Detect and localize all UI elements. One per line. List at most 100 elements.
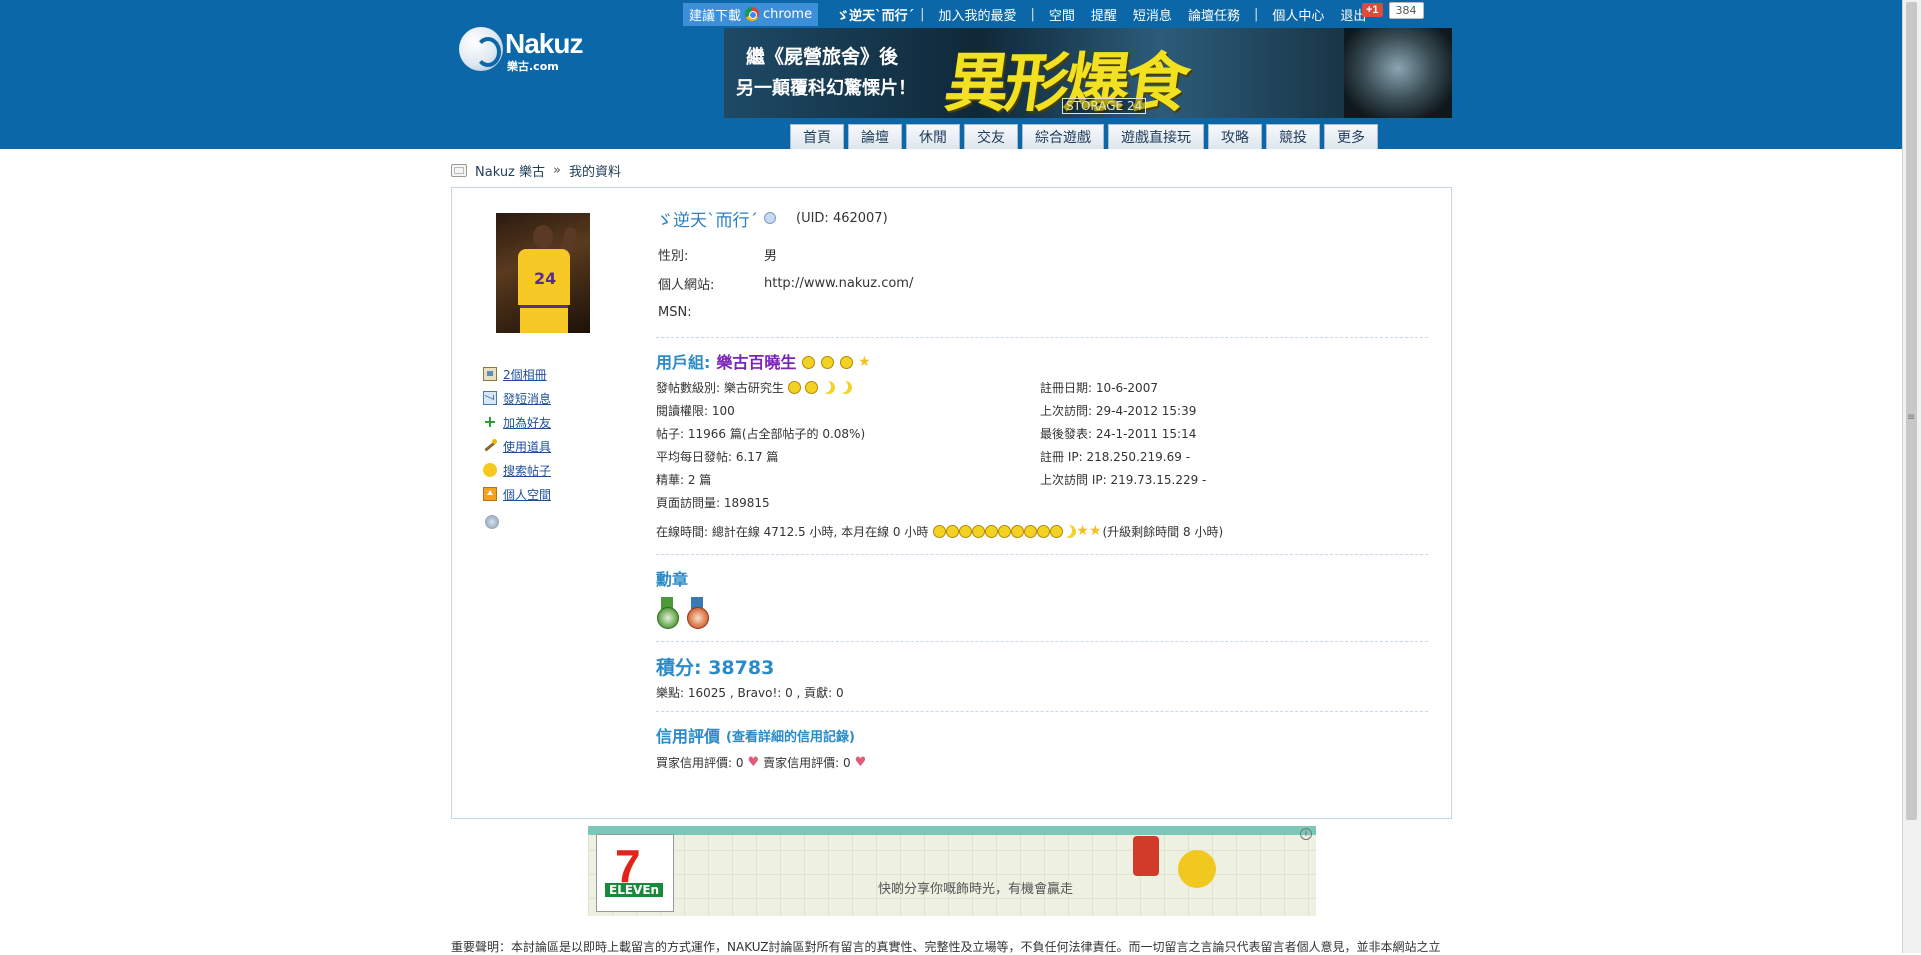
ad-slogan: 快啲分享你嘅飾時光，有機會贏走: [878, 882, 1074, 897]
credit-details-link[interactable]: (查看詳細的信用記錄): [726, 726, 855, 745]
action-extra[interactable]: [483, 506, 551, 530]
orange-medal-icon[interactable]: [686, 597, 709, 631]
usergroup-label: 用戶組:: [656, 353, 711, 372]
ad-top-band: [588, 826, 1316, 835]
link-space[interactable]: 空間: [1049, 5, 1075, 24]
breadcrumb-home-icon[interactable]: [451, 164, 467, 177]
action-search-posts[interactable]: 搜索帖子: [483, 458, 551, 482]
sun-rank-icon: [821, 355, 834, 369]
green-medal-icon[interactable]: [656, 597, 679, 631]
breadcrumb-home[interactable]: Nakuz 樂古: [475, 161, 545, 180]
nav-social[interactable]: 交友: [964, 124, 1018, 149]
user-stats: 發帖數級別: 樂古研究生 閱讀權限: 100 帖子: 11966 篇(占全部帖子…: [656, 376, 1428, 514]
stat-last-visit-ip: 上次訪問 IP: 219.73.15.229 -: [1040, 473, 1207, 487]
separator: |: [1253, 6, 1259, 22]
bulb-icon[interactable]: [485, 515, 499, 529]
nav-play-games[interactable]: 遊戲直接玩: [1108, 124, 1204, 149]
breadcrumb: Nakuz 樂古 » 我的資料: [451, 161, 621, 180]
link-user-center[interactable]: 個人中心: [1272, 5, 1324, 24]
link-add-favorite[interactable]: 加入我的最愛: [938, 5, 1016, 24]
online-upgrade-text: (升級剩餘時間 8 小時): [1102, 524, 1224, 539]
nav-home[interactable]: 首頁: [790, 124, 844, 149]
divider: [656, 641, 1428, 642]
action-use-item[interactable]: 使用道具: [483, 434, 551, 458]
online-status-icon: [764, 212, 776, 224]
ball-ornament-image: [1178, 850, 1216, 888]
chrome-download-link[interactable]: 建議下載 chrome: [683, 2, 819, 26]
action-personal-space[interactable]: 個人空間: [483, 482, 551, 506]
avatar-shorts: [520, 305, 568, 333]
home-icon: [483, 487, 497, 501]
nav-forum[interactable]: 論壇: [848, 124, 902, 149]
action-search-posts-label[interactable]: 搜索帖子: [503, 462, 551, 479]
album-icon: [483, 367, 497, 381]
action-albums[interactable]: 2個相冊: [483, 362, 551, 386]
medal-list: [656, 597, 1428, 631]
stat-register-ip: 註冊 IP: 218.250.219.69 -: [1040, 450, 1191, 464]
action-personal-space-label[interactable]: 個人空間: [503, 486, 551, 503]
profile-header: ゞ逆天ˋ而行ˊ (UID: 462007): [656, 206, 1428, 231]
link-messages[interactable]: 短消息: [1133, 5, 1172, 24]
breadcrumb-current[interactable]: 我的資料: [569, 161, 621, 180]
nav-auction[interactable]: 競投: [1266, 124, 1320, 149]
table-row: 性別: 男: [656, 240, 915, 269]
main-nav: 首頁 論壇 休閒 交友 綜合遊戲 遊戲直接玩 攻略 競投 更多: [790, 124, 1378, 149]
gplus-widget[interactable]: +1 384: [1362, 1, 1424, 19]
sun-rank-icon: [959, 525, 973, 538]
sun-rank-icon: [804, 381, 818, 394]
moon-rank-icon: [822, 381, 835, 394]
profile-panel: 24 2個相冊 發短消息 + 加為好友 使用道具 搜索帖子 個人空間 ゞ逆天ˋ而…: [451, 187, 1452, 819]
action-send-message[interactable]: 發短消息: [483, 386, 551, 410]
stat-daily-posts: 平均每日發帖: 6.17 篇: [656, 450, 779, 464]
nav-more[interactable]: 更多: [1324, 124, 1378, 149]
website-value[interactable]: http://www.nakuz.com/: [762, 269, 915, 298]
divider: [656, 554, 1428, 555]
buyer-rating: 買家信用評價: 0: [656, 756, 744, 770]
star-rank-icon: ★: [858, 353, 871, 370]
nav-games[interactable]: 綜合遊戲: [1022, 124, 1104, 149]
stat-posts: 帖子: 11966 篇(占全部帖子的 0.08%): [656, 427, 866, 441]
banner-line2: 另一顛覆科幻驚慄片！: [736, 78, 916, 99]
action-use-item-label[interactable]: 使用道具: [503, 438, 551, 455]
chrome-label: chrome: [763, 6, 813, 22]
ad-info-icon[interactable]: i: [1300, 828, 1312, 840]
scrollbar-thumb[interactable]: [1906, 2, 1917, 820]
logo-sub: 樂古.com: [507, 60, 559, 73]
divider: [656, 337, 1428, 338]
stat-post-level-text: 發帖數級別: 樂古研究生: [656, 381, 784, 395]
seven-eleven-logo-text: ELEVEn: [605, 883, 664, 897]
action-add-friend-label[interactable]: 加為好友: [503, 414, 551, 431]
moon-rank-icon: [839, 381, 852, 394]
magic-wand-icon: [483, 439, 497, 453]
sun-rank-icon: [985, 525, 999, 538]
lantern-ornament-image: [1133, 836, 1159, 876]
banner-badge: STORAGE 24: [1062, 98, 1147, 114]
gplus-button[interactable]: +1: [1362, 3, 1383, 17]
seven-eleven-ad[interactable]: 7 ELEVEn 快啲分享你嘅飾時光，有機會贏走 i: [588, 826, 1316, 916]
profile-info: ゞ逆天ˋ而行ˊ (UID: 462007) 性別: 男 個人網站: http:/…: [656, 206, 1428, 771]
disclaimer: 重要聲明：本討論區是以即時上載留言的方式運作，NAKUZ討論區對所有留言的真實性…: [451, 940, 1441, 954]
link-reminder[interactable]: 提醒: [1091, 5, 1117, 24]
usergroup-heading: 用戶組: 樂古百曉生 ★: [656, 348, 1428, 374]
current-username[interactable]: ゞ逆天ˋ而行ˊ: [836, 5, 914, 24]
table-row: MSN:: [656, 298, 915, 327]
nav-guides[interactable]: 攻略: [1208, 124, 1262, 149]
vertical-scrollbar[interactable]: ≡: [1902, 0, 1921, 953]
msn-value: [762, 298, 915, 327]
link-forum-tasks[interactable]: 論壇任務: [1188, 5, 1240, 24]
stat-digest: 精華: 2 篇: [656, 473, 712, 487]
profile-username: ゞ逆天ˋ而行ˊ: [656, 210, 758, 231]
header-banner-ad[interactable]: 繼《屍營旅舍》後 另一顛覆科幻驚慄片！ 異形爆食 STORAGE 24: [724, 28, 1452, 118]
gender-label: 性別:: [658, 249, 689, 264]
nav-leisure[interactable]: 休閒: [906, 124, 960, 149]
basic-info-table: 性別: 男 個人網站: http://www.nakuz.com/ MSN:: [656, 240, 915, 327]
action-send-message-label[interactable]: 發短消息: [503, 390, 551, 407]
download-label: 建議下載: [689, 8, 742, 24]
sun-rank-icon: [998, 525, 1012, 538]
sun-rank-icon: [1024, 525, 1038, 538]
action-albums-label[interactable]: 2個相冊: [503, 366, 547, 383]
site-logo[interactable]: Nakuz 樂古.com: [457, 24, 597, 74]
double-heart-icon: ♥: [854, 755, 867, 770]
action-add-friend[interactable]: + 加為好友: [483, 410, 551, 434]
speech-bubble-icon: [483, 463, 497, 477]
